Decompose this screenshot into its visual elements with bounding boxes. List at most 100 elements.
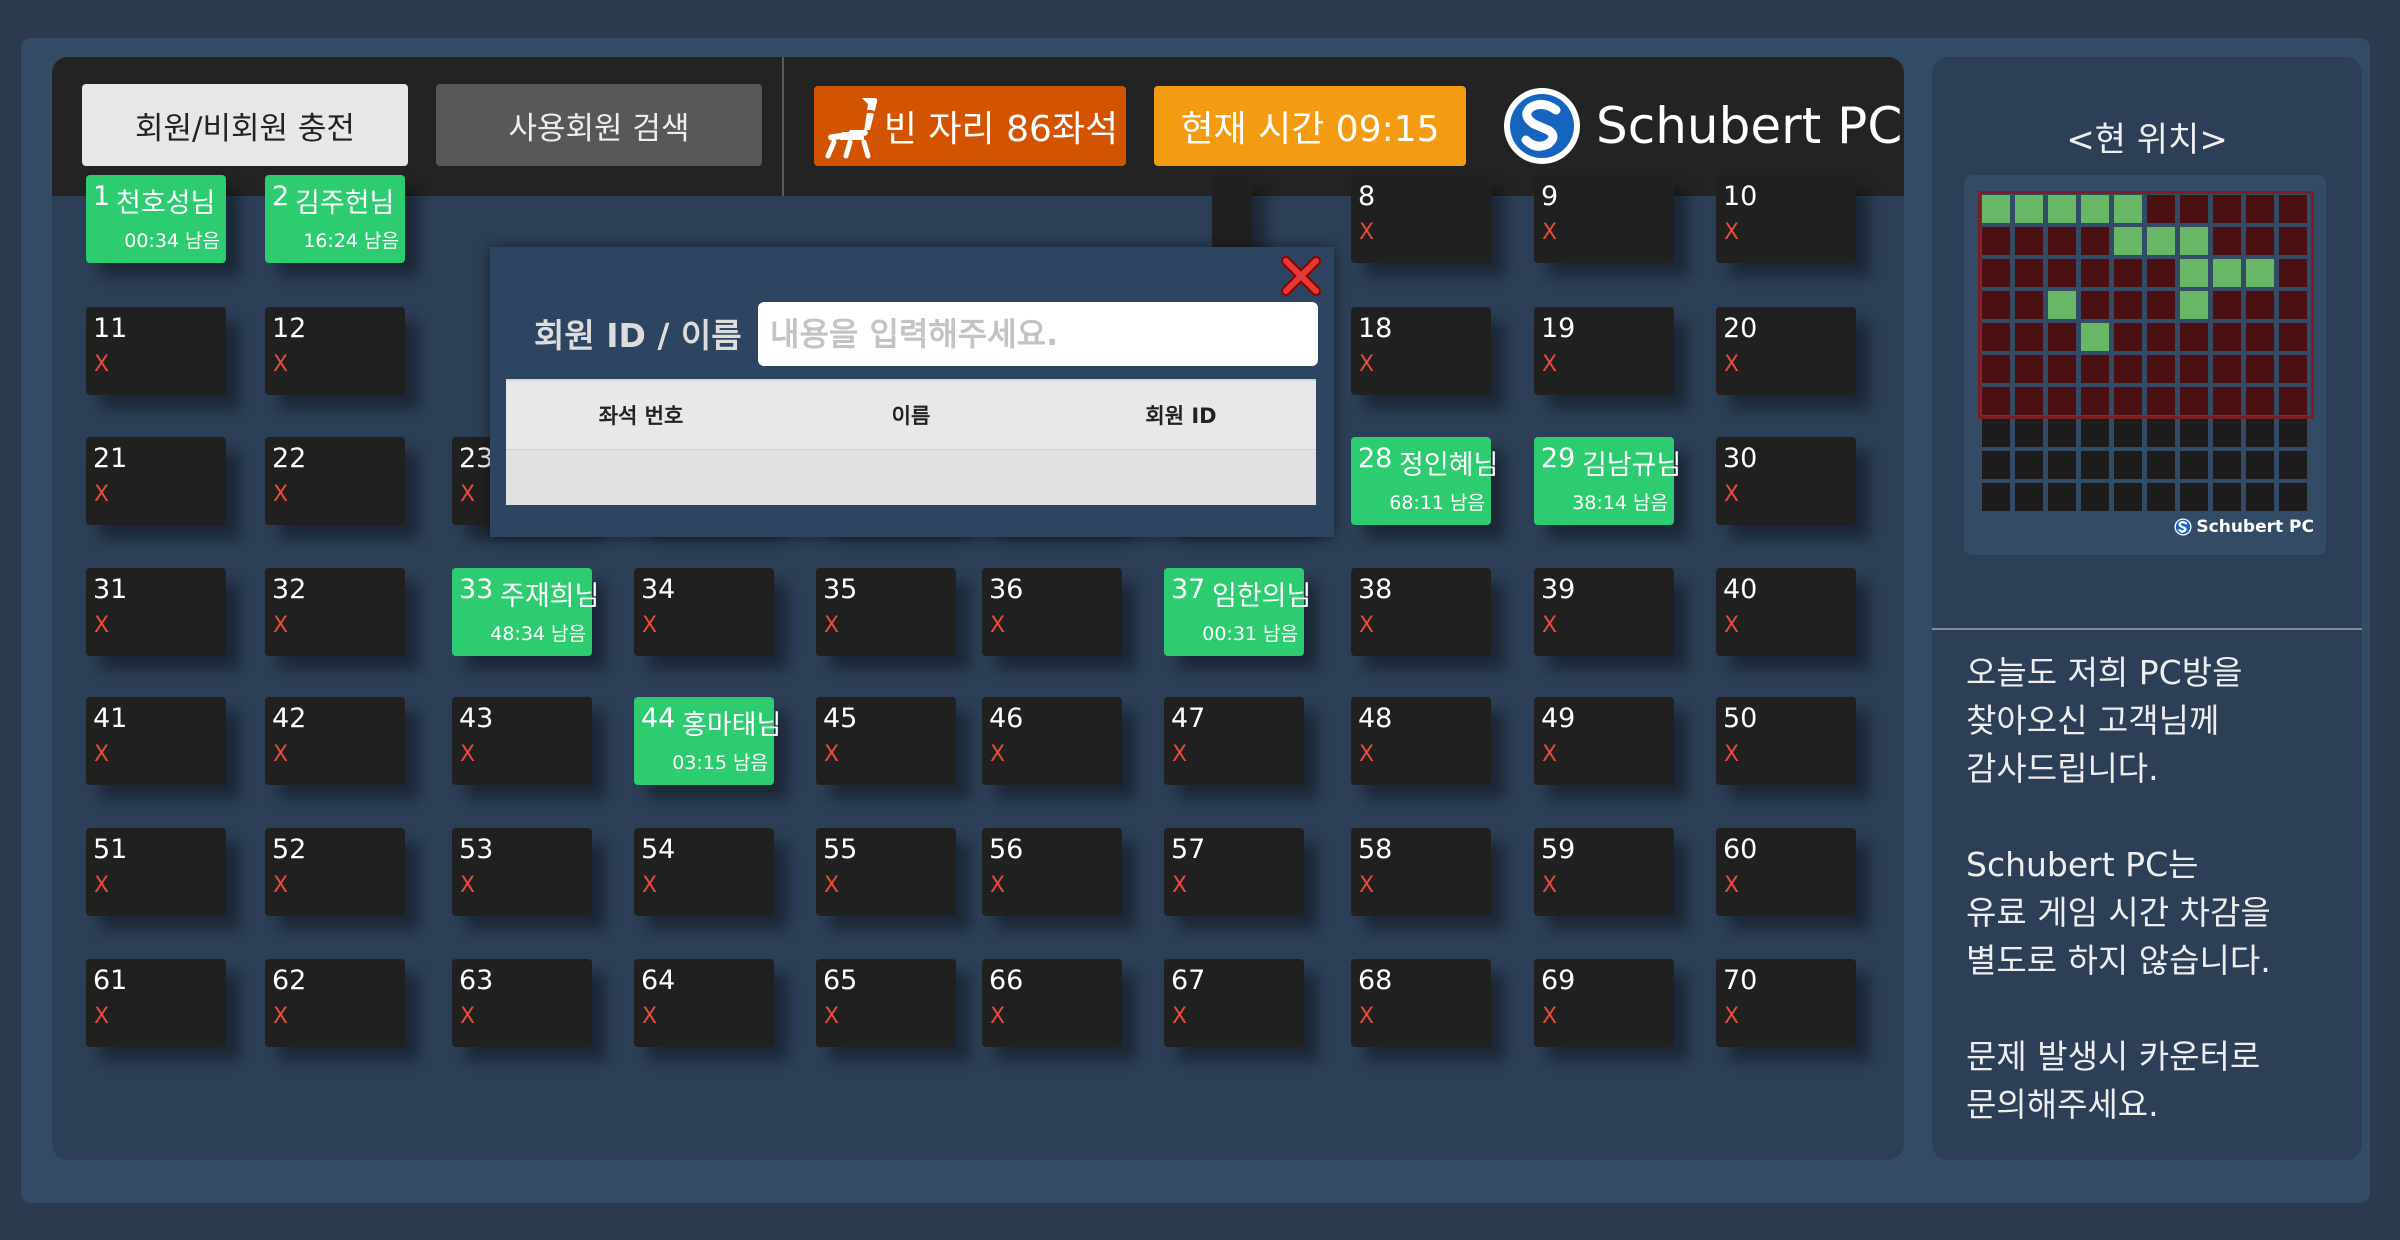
seat-58[interactable]: 58 X: [1351, 828, 1491, 916]
col-seat-number: 좌석 번호: [598, 404, 684, 428]
seat-34[interactable]: 34 X: [634, 568, 774, 656]
seat-remaining-time: 68:11 남음: [1389, 492, 1485, 514]
seat-60[interactable]: 60 X: [1716, 828, 1856, 916]
seat-11[interactable]: 11 X: [86, 307, 226, 395]
seat-61[interactable]: 61 X: [86, 959, 226, 1047]
seat-empty-mark: X: [642, 613, 658, 638]
seat-22[interactable]: 22 X: [265, 437, 405, 525]
seat-54[interactable]: 54 X: [634, 828, 774, 916]
seat-12[interactable]: 12 X: [265, 307, 405, 395]
minimap-cell: [2180, 323, 2208, 351]
seat-label: 69: [1541, 965, 1576, 996]
minimap-cell: [2246, 355, 2274, 383]
seat-65[interactable]: 65 X: [816, 959, 956, 1047]
seat-user-name: 임한의님: [1212, 581, 1312, 612]
minimap-cell: [2246, 323, 2274, 351]
minimap-cell: [2081, 195, 2109, 223]
seat-36[interactable]: 36 X: [982, 568, 1122, 656]
seat-45[interactable]: 45 X: [816, 697, 956, 785]
seat-66[interactable]: 66 X: [982, 959, 1122, 1047]
seat-59[interactable]: 59 X: [1534, 828, 1674, 916]
minimap-cell: [2180, 227, 2208, 255]
seat-70[interactable]: 70 X: [1716, 959, 1856, 1047]
seat-69[interactable]: 69 X: [1534, 959, 1674, 1047]
seat-9[interactable]: 9X: [1534, 175, 1674, 263]
seat-8[interactable]: 8X: [1351, 175, 1491, 263]
seat-empty-mark: X: [94, 1004, 110, 1029]
member-search-input[interactable]: [758, 302, 1318, 366]
minimap-cell: [2279, 259, 2307, 287]
seat-label: 46: [989, 703, 1024, 734]
minimap-cell: [1982, 355, 2010, 383]
minimap-cell: [2213, 291, 2241, 319]
seat-10[interactable]: 10 X: [1716, 175, 1856, 263]
message-line: 별도로 하지 않습니다.: [1966, 941, 2271, 980]
seat-32[interactable]: 32 X: [265, 568, 405, 656]
minimap-cell: [2279, 387, 2307, 415]
seat-64[interactable]: 64 X: [634, 959, 774, 1047]
seat-20[interactable]: 20 X: [1716, 307, 1856, 395]
seat-label: 61: [93, 965, 128, 996]
seat-57[interactable]: 57 X: [1164, 828, 1304, 916]
seat-label: 56: [989, 834, 1024, 865]
seat-33[interactable]: 33 주재희님 48:34 남음: [452, 568, 599, 656]
minimap-cell: [1982, 323, 2010, 351]
seat-28[interactable]: 28 정인혜님 68:11 남음: [1351, 437, 1498, 525]
seat-42[interactable]: 42 X: [265, 697, 405, 785]
seat-label: 57: [1171, 834, 1206, 865]
seat-label: 28: [1358, 443, 1393, 474]
message-line: 감사드립니다.: [1966, 749, 2159, 788]
seat-31[interactable]: 31 X: [86, 568, 226, 656]
seat-remaining-time: 16:24 남음: [303, 230, 399, 252]
seat-67[interactable]: 67 X: [1164, 959, 1304, 1047]
seat-53[interactable]: 53 X: [452, 828, 592, 916]
seat-label: 8: [1358, 181, 1376, 212]
seat-47[interactable]: 47 X: [1164, 697, 1304, 785]
seat-21[interactable]: 21 X: [86, 437, 226, 525]
seat-50[interactable]: 50 X: [1716, 697, 1856, 785]
seat-49[interactable]: 49 X: [1534, 697, 1674, 785]
minimap-cell: [2081, 419, 2109, 447]
seat-56[interactable]: 56 X: [982, 828, 1122, 916]
seat-48[interactable]: 48 X: [1351, 697, 1491, 785]
seat-label: 67: [1171, 965, 1206, 996]
seat-remaining-time: 00:31 남음: [1202, 623, 1298, 645]
seat-41[interactable]: 41 X: [86, 697, 226, 785]
seat-52[interactable]: 52 X: [265, 828, 405, 916]
seat-empty-mark: X: [824, 1004, 840, 1029]
message-gap: [1966, 793, 2356, 841]
seat-62[interactable]: 62 X: [265, 959, 405, 1047]
seat-44[interactable]: 44 홍마태님 03:15 남음: [634, 697, 781, 785]
seat-label: 51: [93, 834, 128, 865]
member-search-button[interactable]: 사용회원 검색: [436, 84, 762, 166]
seat-empty-mark: X: [94, 352, 110, 377]
seat-29[interactable]: 29 김남규님 38:14 남음: [1534, 437, 1681, 525]
seat-40[interactable]: 40 X: [1716, 568, 1856, 656]
seat-38[interactable]: 38 X: [1351, 568, 1491, 656]
seat-35[interactable]: 35 X: [816, 568, 956, 656]
current-time-badge: 현재 시간 09:15: [1154, 86, 1466, 166]
seat-label: 49: [1541, 703, 1576, 734]
seat-63[interactable]: 63 X: [452, 959, 592, 1047]
seat-label: 62: [272, 965, 307, 996]
seat-19[interactable]: 19 X: [1534, 307, 1674, 395]
seat-18[interactable]: 18 X: [1351, 307, 1491, 395]
minimap-cell: [2114, 323, 2142, 351]
seat-68[interactable]: 68 X: [1351, 959, 1491, 1047]
minimap-cell: [2279, 451, 2307, 479]
seat-2[interactable]: 2 김주헌님 16:24 남음: [265, 175, 405, 263]
seat-46[interactable]: 46 X: [982, 697, 1122, 785]
minimap-cell: [2180, 291, 2208, 319]
close-icon[interactable]: [1280, 255, 1322, 297]
seat-1[interactable]: 1 천호성님 00:34 남음: [86, 175, 226, 263]
seat-55[interactable]: 55 X: [816, 828, 956, 916]
seat-39[interactable]: 39 X: [1534, 568, 1674, 656]
seat-board: 회원/비회원 충전 사용회원 검색 빈 자리 86좌석 현재 시간 09:15 …: [52, 57, 1904, 1160]
seat-37[interactable]: 37 임한의님 00:31 남음: [1164, 568, 1311, 656]
seat-30[interactable]: 30 X: [1716, 437, 1856, 525]
seat-43[interactable]: 43 X: [452, 697, 592, 785]
seat-51[interactable]: 51 X: [86, 828, 226, 916]
seat-label: 31: [93, 574, 128, 605]
charge-button[interactable]: 회원/비회원 충전: [82, 84, 408, 166]
minimap-cell: [2081, 227, 2109, 255]
